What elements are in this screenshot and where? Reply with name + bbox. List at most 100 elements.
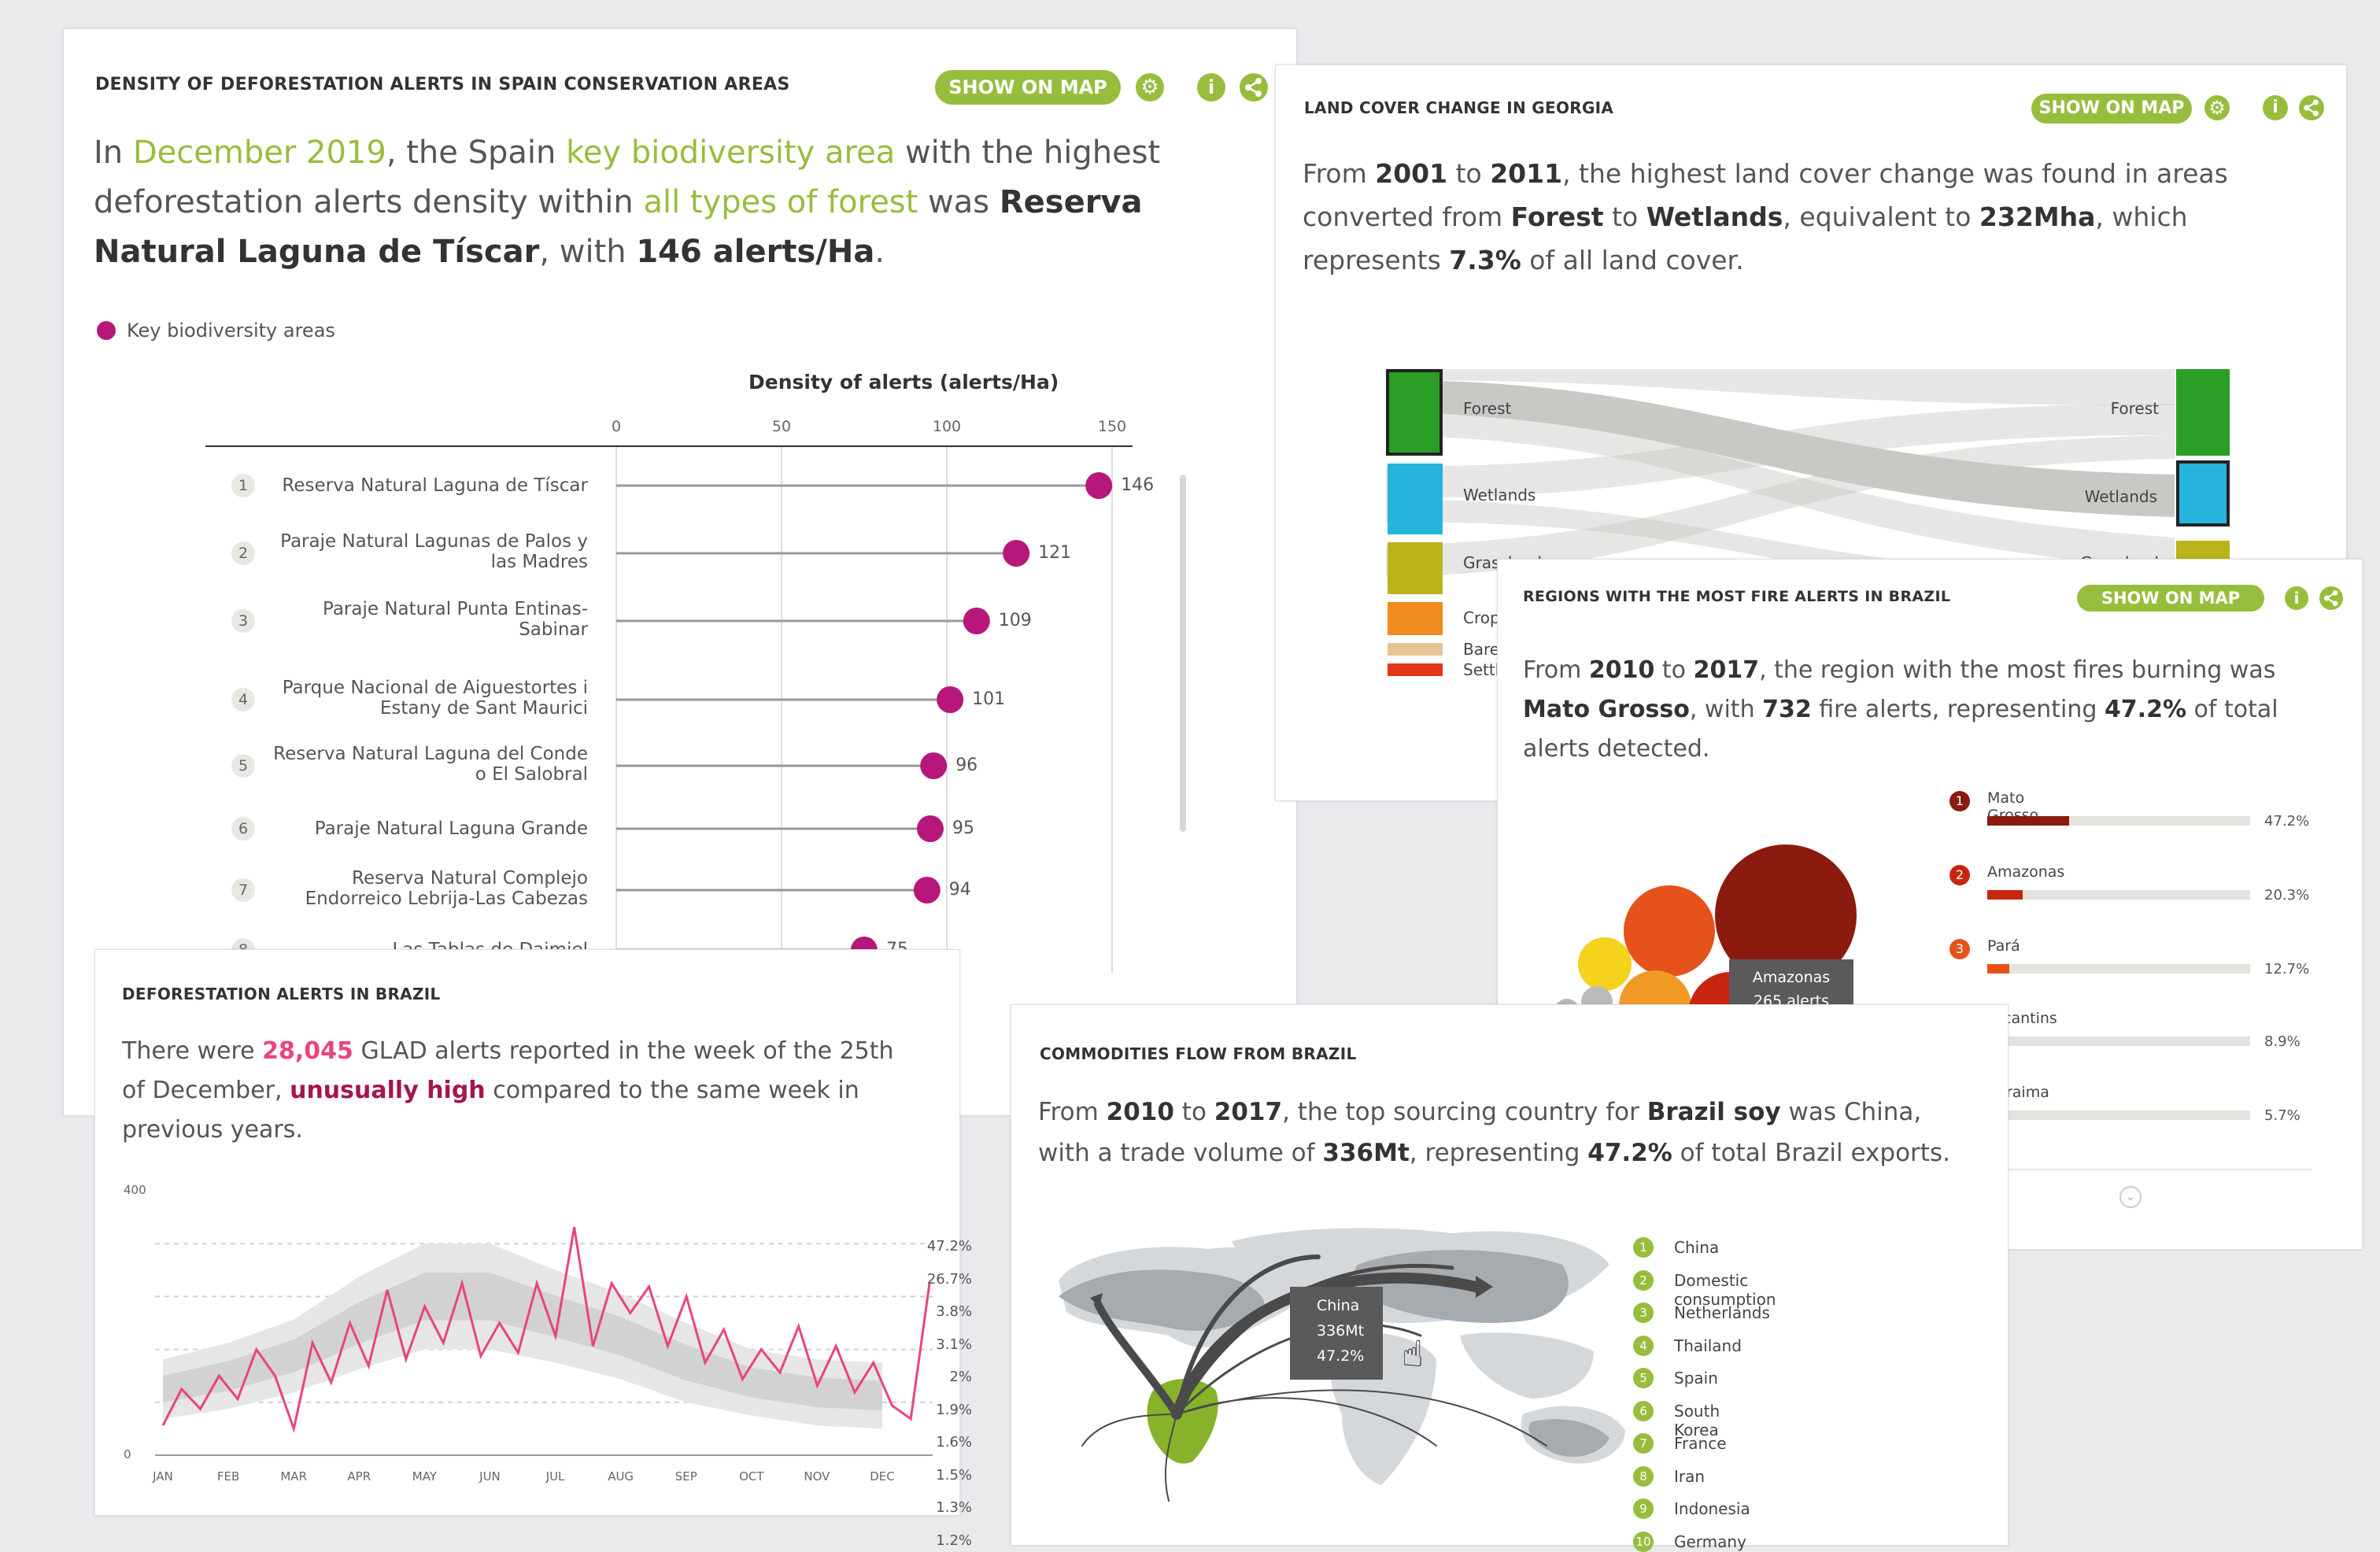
node-label-forest-left: Forest — [1463, 399, 1512, 418]
area-name[interactable]: Paraje Natural Laguna Grande — [270, 818, 588, 839]
month-label: MAY — [412, 1469, 438, 1484]
month-label: FEB — [217, 1469, 239, 1484]
rank-badge: 10 — [1633, 1531, 1654, 1552]
value-label: 121 — [1038, 543, 1072, 563]
month-label: AUG — [608, 1469, 634, 1484]
country-name[interactable]: Indonesia — [1674, 1499, 1750, 1518]
bubble-roraima[interactable] — [1578, 937, 1632, 991]
node-wetlands-right[interactable] — [2176, 460, 2230, 527]
node-label-wetlands-left: Wetlands — [1463, 486, 1536, 504]
node-cropland-left[interactable] — [1388, 602, 1443, 635]
rank-badge: 3 — [231, 609, 255, 633]
area-name[interactable]: Parque Nacional de Aiguestortes i Estany… — [270, 678, 588, 719]
country-pct: 2% — [949, 1369, 972, 1385]
region-pct: 12.7% — [2264, 961, 2310, 977]
lollipop-dot[interactable] — [920, 752, 948, 779]
rank-badge: 6 — [231, 817, 255, 841]
rank-badge: 2 — [1633, 1269, 1654, 1291]
country-pct: 1.3% — [936, 1499, 972, 1516]
country-name[interactable]: China — [1674, 1238, 1719, 1257]
y-tick-label: 0 — [124, 1447, 131, 1461]
country-pct: 47.2% — [926, 1238, 972, 1255]
month-label: JAN — [152, 1469, 173, 1484]
tooltip-volume: 336Mt — [1317, 1322, 1365, 1340]
bar-fill — [1987, 890, 2023, 900]
lollipop-dot[interactable] — [917, 815, 944, 842]
bar-track — [1987, 1110, 2250, 1120]
country-name[interactable]: France — [1674, 1434, 1727, 1453]
hand-cursor-icon: ☝ — [1402, 1332, 1425, 1375]
lollipop-dot[interactable] — [1003, 540, 1030, 567]
country-name[interactable]: Germany — [1674, 1532, 1746, 1551]
country-name[interactable]: Spain — [1674, 1369, 1718, 1388]
month-label: APR — [347, 1469, 371, 1484]
bar-track — [1987, 1037, 2250, 1046]
rank-badge: 2 — [231, 541, 255, 565]
tooltip: China 336Mt 47.2% — [1290, 1287, 1383, 1380]
month-label: JUL — [545, 1469, 565, 1484]
node-settlement-left[interactable] — [1388, 663, 1443, 676]
rank-badge: 9 — [1633, 1498, 1654, 1519]
node-label-wetlands-right: Wetlands — [2084, 487, 2157, 506]
area-name[interactable]: Paraje Natural Lagunas de Palos y las Ma… — [270, 531, 588, 573]
lollipop-dot[interactable] — [937, 686, 964, 713]
node-bare-left[interactable] — [1388, 643, 1443, 656]
bar-track — [1987, 964, 2250, 974]
month-label: JUN — [479, 1469, 501, 1484]
node-forest-right[interactable] — [2176, 369, 2230, 456]
region-pct: 20.3% — [2264, 887, 2310, 903]
value-label: 94 — [948, 880, 971, 900]
node-wetlands-left[interactable] — [1388, 464, 1443, 534]
bar-track — [1987, 890, 2250, 900]
region-pct: 5.7% — [2264, 1107, 2301, 1124]
rank-badge: 2 — [1949, 865, 1970, 885]
region-pct: 47.2% — [2264, 813, 2310, 830]
node-label-forest-right: Forest — [2110, 399, 2159, 418]
lollipop-dot[interactable] — [1085, 472, 1113, 499]
area-name[interactable]: Reserva Natural Laguna de Tíscar — [270, 475, 588, 496]
country-pct: 3.8% — [936, 1303, 972, 1320]
month-label: OCT — [739, 1469, 764, 1484]
tooltip-name: China — [1317, 1297, 1360, 1314]
area-name[interactable]: Reserva Natural Laguna del Conde o El Sa… — [270, 744, 588, 785]
lollipop-dot[interactable] — [963, 608, 990, 634]
card-brazil-deforestation: DEFORESTATION ALERTS IN BRAZIL There wer… — [94, 949, 960, 1516]
rank-badge: 6 — [1633, 1400, 1654, 1421]
rank-badge: 5 — [1633, 1368, 1654, 1388]
month-label: NOV — [804, 1469, 830, 1484]
node-label-bare-left: Bare — [1463, 640, 1500, 659]
rank-badge: 4 — [231, 688, 255, 711]
region-pct: 8.9% — [2264, 1033, 2301, 1050]
country-pct: 26.7% — [926, 1270, 972, 1288]
area-name[interactable]: Paraje Natural Punta Entinas-Sabinar — [270, 599, 588, 641]
country-name[interactable]: Netherlands — [1674, 1303, 1770, 1322]
country-pct: 1.6% — [936, 1434, 972, 1450]
card-commodities-flow: COMMODITIES FLOW FROM BRAZIL From 2010 t… — [927, 1004, 2009, 1552]
rank-badge: 4 — [1633, 1335, 1654, 1356]
lollipop-dot[interactable] — [913, 877, 941, 903]
month-label: DEC — [870, 1469, 895, 1484]
country-name[interactable]: Iran — [1674, 1467, 1705, 1486]
country-name[interactable]: Thailand — [1674, 1336, 1742, 1355]
area-name[interactable]: Reserva Natural Complejo Endorreico Lebr… — [270, 868, 588, 910]
chevron-down-icon[interactable]: ⌄ — [2119, 1186, 2142, 1208]
value-label: 146 — [1121, 475, 1155, 495]
rank-badge: 3 — [1949, 939, 1970, 959]
value-label: 109 — [998, 611, 1032, 630]
rank-badge: 3 — [1633, 1303, 1654, 1323]
month-label: SEP — [675, 1469, 697, 1484]
y-tick-label: 400 — [124, 1183, 146, 1197]
tooltip-name: Amazonas — [1752, 969, 1831, 986]
tooltip-pct: 47.2% — [1317, 1347, 1365, 1365]
region-name[interactable]: Pará — [1987, 937, 2020, 955]
node-grassland-left[interactable] — [1388, 542, 1443, 594]
bar-track — [1987, 816, 2250, 826]
node-forest-left[interactable] — [1386, 369, 1443, 456]
value-label: 95 — [952, 818, 974, 838]
country-pct: 1.9% — [936, 1401, 972, 1418]
scrollbar[interactable] — [1180, 475, 1186, 832]
rank-badge: 1 — [1633, 1237, 1654, 1258]
bubble-para[interactable] — [1624, 885, 1715, 977]
line-chart: 400 0 JAN FEB MAR APR MAY JUN JUL AUG SEP OCT NOV DEC — [124, 1183, 933, 1484]
region-name[interactable]: Amazonas — [1987, 863, 2064, 881]
